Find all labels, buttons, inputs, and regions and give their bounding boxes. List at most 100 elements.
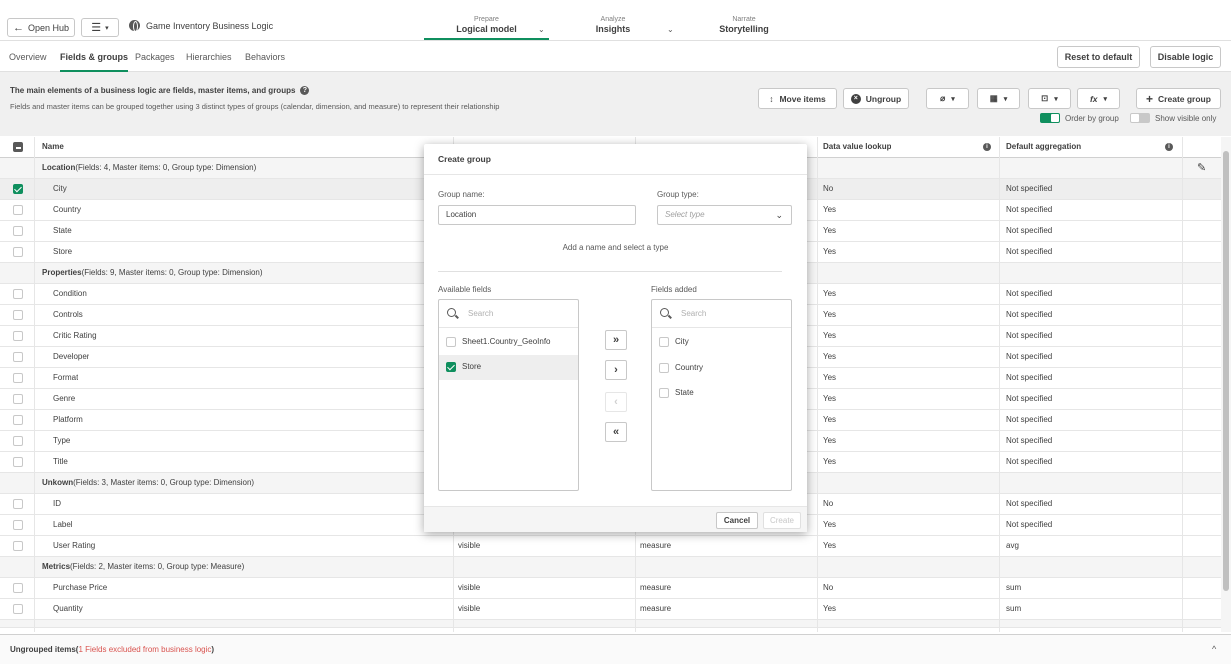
checkbox[interactable] — [446, 362, 456, 372]
excluded-count[interactable]: 1 Fields excluded from business logic — [78, 645, 211, 654]
group-title: Location — [42, 163, 76, 172]
list-item[interactable]: Sheet1.Country_GeoInfo — [439, 330, 578, 355]
row-checkbox[interactable] — [13, 247, 23, 257]
row-checkbox[interactable] — [13, 184, 23, 194]
cancel-button[interactable]: Cancel — [716, 512, 758, 529]
column-divider — [34, 137, 35, 632]
nav-analyze[interactable]: Analyze Insights — [580, 16, 646, 34]
group-type-select[interactable]: Select type ⌄ — [657, 205, 792, 225]
row-checkbox[interactable] — [13, 520, 23, 530]
calendar-filter-button[interactable]: ▦ ▾ — [977, 88, 1020, 109]
row-checkbox[interactable] — [13, 310, 23, 320]
table-row[interactable]: Purchase Price visible measure No sum — [0, 578, 1221, 599]
row-checkbox[interactable] — [13, 331, 23, 341]
info-icon[interactable]: i — [983, 143, 991, 151]
create-group-button[interactable]: + Create group — [1136, 88, 1221, 109]
info-subtitle: Fields and master items can be grouped t… — [10, 102, 500, 111]
list-item[interactable]: City — [652, 330, 791, 355]
row-checkbox[interactable] — [13, 394, 23, 404]
list-item[interactable]: Country — [652, 356, 791, 381]
list-item[interactable]: State — [652, 381, 791, 406]
field-lookup: Yes — [823, 226, 837, 235]
tab-hierarchies[interactable]: Hierarchies — [186, 52, 232, 62]
group-name-input[interactable]: Location — [438, 205, 636, 225]
ungrouped-items-bar[interactable]: Ungrouped items(1 Fields excluded from b… — [0, 634, 1231, 664]
group-row[interactable]: Metrics(Fields: 2, Master items: 0, Grou… — [0, 557, 1221, 578]
row-checkbox[interactable] — [13, 583, 23, 593]
row-checkbox[interactable] — [13, 289, 23, 299]
table-row[interactable]: Quantity visible measure Yes sum — [0, 599, 1221, 620]
create-group-label: Create group — [1158, 93, 1211, 104]
top-bar: ← Open Hub ☰ ▾ Game Inventory Business L… — [0, 0, 1231, 41]
checkbox[interactable] — [659, 388, 669, 398]
field-lookup: Yes — [823, 289, 837, 298]
name-header[interactable]: Name — [42, 137, 64, 157]
add-selected-button[interactable]: › — [605, 360, 627, 380]
move-items-button[interactable]: ↕ Move items — [758, 88, 837, 109]
available-search-input[interactable]: Search — [468, 309, 493, 318]
chevron-left-icon: ‹ — [614, 396, 618, 408]
added-search-input[interactable]: Search — [681, 309, 706, 318]
table-scrollbar[interactable] — [1221, 137, 1231, 632]
row-checkbox[interactable] — [13, 415, 23, 425]
group-row[interactable] — [0, 620, 1221, 628]
tab-fields-groups[interactable]: Fields & groups — [60, 52, 129, 72]
reset-to-default-button[interactable]: Reset to default — [1057, 46, 1140, 68]
toggle-off-icon — [1130, 113, 1150, 123]
open-hub-button[interactable]: ← Open Hub — [7, 18, 75, 37]
row-checkbox[interactable] — [13, 373, 23, 383]
nav-prepare[interactable]: Prepare Logical model — [424, 16, 549, 40]
field-lookup: Yes — [823, 352, 837, 361]
row-checkbox[interactable] — [13, 226, 23, 236]
disable-logic-button[interactable]: Disable logic — [1150, 46, 1221, 68]
scroll-thumb[interactable] — [1223, 151, 1229, 591]
chevron-down-icon[interactable]: ⌄ — [667, 25, 674, 34]
remove-all-button[interactable]: « — [605, 422, 627, 442]
ungroup-button[interactable]: × Ungroup — [843, 88, 909, 109]
chevron-right-icon: › — [614, 364, 618, 376]
row-checkbox[interactable] — [13, 499, 23, 509]
row-checkbox[interactable] — [13, 457, 23, 467]
checkbox[interactable] — [659, 337, 669, 347]
row-checkbox[interactable] — [13, 541, 23, 551]
nav-narrate[interactable]: Narrate Storytelling — [702, 16, 786, 34]
show-visible-only-toggle[interactable]: Show visible only — [1130, 113, 1216, 123]
list-item[interactable]: Store — [439, 355, 578, 380]
row-checkbox[interactable] — [13, 604, 23, 614]
tab-packages[interactable]: Packages — [135, 52, 175, 62]
chevron-up-icon[interactable]: ^ — [1212, 644, 1216, 654]
table-row[interactable]: User Rating visible measure Yes avg — [0, 536, 1221, 557]
tab-behaviors[interactable]: Behaviors — [245, 52, 285, 62]
measure-filter-button[interactable]: fx ▾ — [1077, 88, 1120, 109]
available-search[interactable]: Search — [439, 300, 578, 328]
dimension-filter-button[interactable]: ⊡ ▾ — [1028, 88, 1071, 109]
add-all-button[interactable]: » — [605, 330, 627, 350]
open-hub-label: Open Hub — [27, 22, 70, 33]
checkbox[interactable] — [446, 337, 456, 347]
edit-icon[interactable]: ✎ — [1197, 161, 1206, 174]
tab-overview[interactable]: Overview — [9, 52, 47, 62]
row-checkbox[interactable] — [13, 205, 23, 215]
info-icon[interactable]: i — [1165, 143, 1173, 151]
search-icon — [447, 308, 456, 317]
create-button[interactable]: Create — [763, 512, 801, 529]
field-name: State — [53, 226, 72, 235]
row-checkbox[interactable] — [13, 352, 23, 362]
added-search[interactable]: Search — [652, 300, 791, 328]
visibility-filter-button[interactable]: ⌀ ▾ — [926, 88, 969, 109]
row-checkbox[interactable] — [13, 436, 23, 446]
remove-selected-button[interactable]: ‹ — [605, 392, 627, 412]
order-by-group-toggle[interactable]: Order by group — [1040, 113, 1119, 123]
chevron-down-icon: ⌄ — [775, 210, 783, 220]
help-icon[interactable]: ? — [300, 86, 310, 95]
select-all-checkbox[interactable] — [13, 142, 23, 152]
field-lookup: Yes — [823, 331, 837, 340]
checkbox[interactable] — [659, 363, 669, 373]
app-title-text: Game Inventory Business Logic — [146, 20, 274, 31]
aggregation-header[interactable]: Default aggregation — [1006, 137, 1081, 157]
chevron-down-icon[interactable]: ⌄ — [538, 25, 545, 34]
lookup-header[interactable]: Data value lookup — [823, 137, 891, 157]
dialog-footer: Cancel Create — [424, 506, 807, 532]
main-menu-button[interactable]: ☰ ▾ — [81, 18, 119, 37]
field-type: measure — [640, 541, 672, 550]
